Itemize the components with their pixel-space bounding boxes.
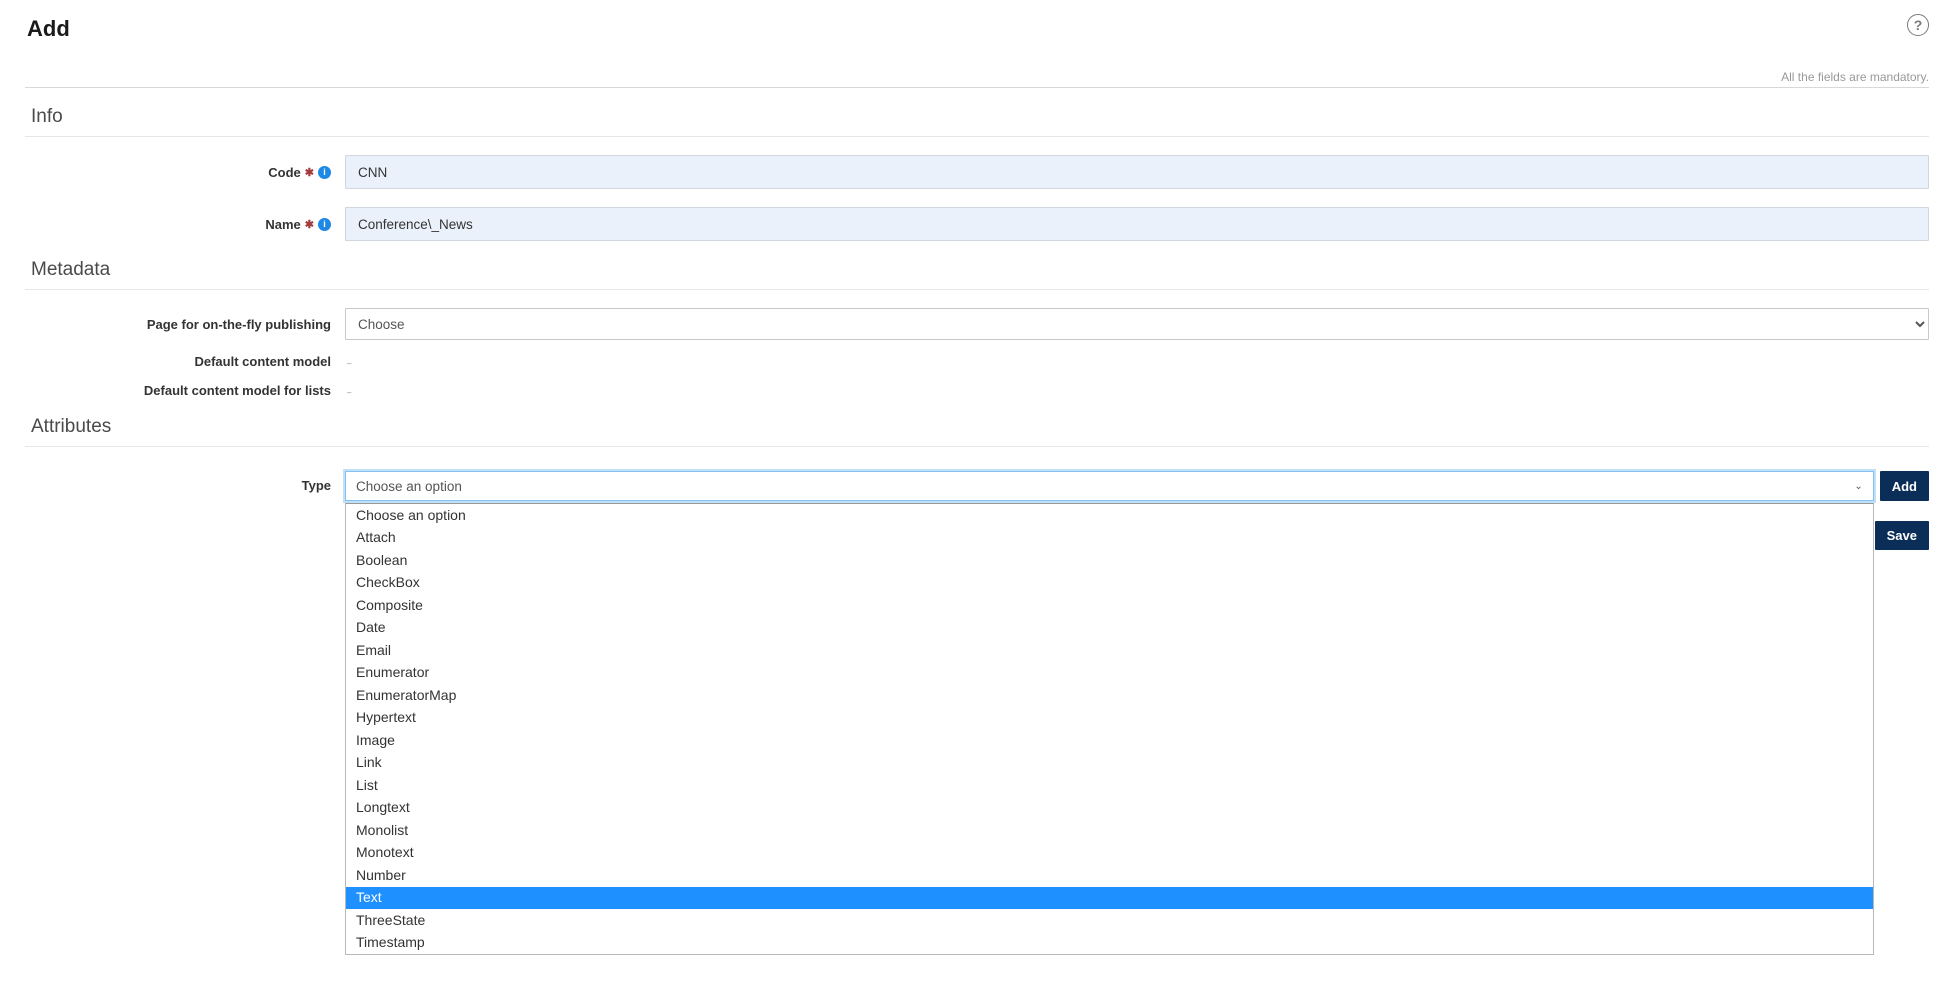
type-option[interactable]: Monotext xyxy=(346,842,1873,865)
type-option[interactable]: Number xyxy=(346,864,1873,887)
name-label-text: Name xyxy=(265,217,300,232)
publishing-page-label: Page for on-the-fly publishing xyxy=(25,317,345,332)
page-title: Add xyxy=(25,10,70,48)
code-label-text: Code xyxy=(268,165,301,180)
type-option[interactable]: Attach xyxy=(346,527,1873,550)
publishing-page-select[interactable]: Choose xyxy=(345,308,1929,340)
type-option[interactable]: Composite xyxy=(346,594,1873,617)
type-select-value: Choose an option xyxy=(356,479,462,494)
header-divider xyxy=(25,87,1929,88)
default-content-model-value xyxy=(345,354,350,369)
type-option[interactable]: ThreeState xyxy=(346,909,1873,932)
type-option[interactable]: Hypertext xyxy=(346,707,1873,730)
info-icon[interactable]: i xyxy=(318,218,331,231)
type-option[interactable]: Image xyxy=(346,729,1873,752)
help-icon[interactable]: ? xyxy=(1907,14,1929,36)
type-option[interactable]: EnumeratorMap xyxy=(346,684,1873,707)
type-option[interactable]: Longtext xyxy=(346,797,1873,820)
mandatory-note: All the fields are mandatory. xyxy=(25,70,1929,84)
type-option[interactable]: Link xyxy=(346,752,1873,775)
section-title-metadata: Metadata xyxy=(25,251,1929,290)
type-select[interactable]: Choose an option ⌄ xyxy=(345,471,1874,501)
type-option[interactable]: Enumerator xyxy=(346,662,1873,685)
type-option[interactable]: CheckBox xyxy=(346,572,1873,595)
type-option[interactable]: Email xyxy=(346,639,1873,662)
section-title-attributes: Attributes xyxy=(25,408,1929,447)
code-input[interactable] xyxy=(345,155,1929,189)
code-label: Code ✱ i xyxy=(25,165,345,180)
name-input[interactable] xyxy=(345,207,1929,241)
type-label: Type xyxy=(25,471,345,493)
save-button[interactable]: Save xyxy=(1875,521,1929,550)
type-option[interactable]: Boolean xyxy=(346,549,1873,572)
name-label: Name ✱ i xyxy=(25,217,345,232)
chevron-down-icon: ⌄ xyxy=(1854,481,1862,492)
required-star-icon: ✱ xyxy=(305,166,314,179)
required-star-icon: ✱ xyxy=(305,218,314,231)
section-attributes: Attributes Type Choose an option ⌄ Choos… xyxy=(25,408,1929,550)
type-dropdown-list[interactable]: Choose an optionAttachBooleanCheckBoxCom… xyxy=(345,503,1874,955)
default-content-model-lists-value xyxy=(345,383,350,398)
type-option[interactable]: Text xyxy=(346,887,1873,910)
default-content-model-lists-label: Default content model for lists xyxy=(25,383,345,398)
info-icon[interactable]: i xyxy=(318,166,331,179)
add-attribute-button[interactable]: Add xyxy=(1880,471,1929,501)
type-option[interactable]: Monolist xyxy=(346,819,1873,842)
default-content-model-lists-label-text: Default content model for lists xyxy=(144,383,331,398)
default-content-model-label-text: Default content model xyxy=(194,354,331,369)
type-option[interactable]: List xyxy=(346,774,1873,797)
section-info: Info Code ✱ i Name ✱ i xyxy=(25,98,1929,241)
section-title-info: Info xyxy=(25,98,1929,137)
default-content-model-label: Default content model xyxy=(25,354,345,369)
type-option[interactable]: Timestamp xyxy=(346,932,1873,955)
section-metadata: Metadata Page for on-the-fly publishing … xyxy=(25,251,1929,398)
type-option[interactable]: Date xyxy=(346,617,1873,640)
publishing-page-label-text: Page for on-the-fly publishing xyxy=(147,317,331,332)
type-option[interactable]: Choose an option xyxy=(346,504,1873,527)
